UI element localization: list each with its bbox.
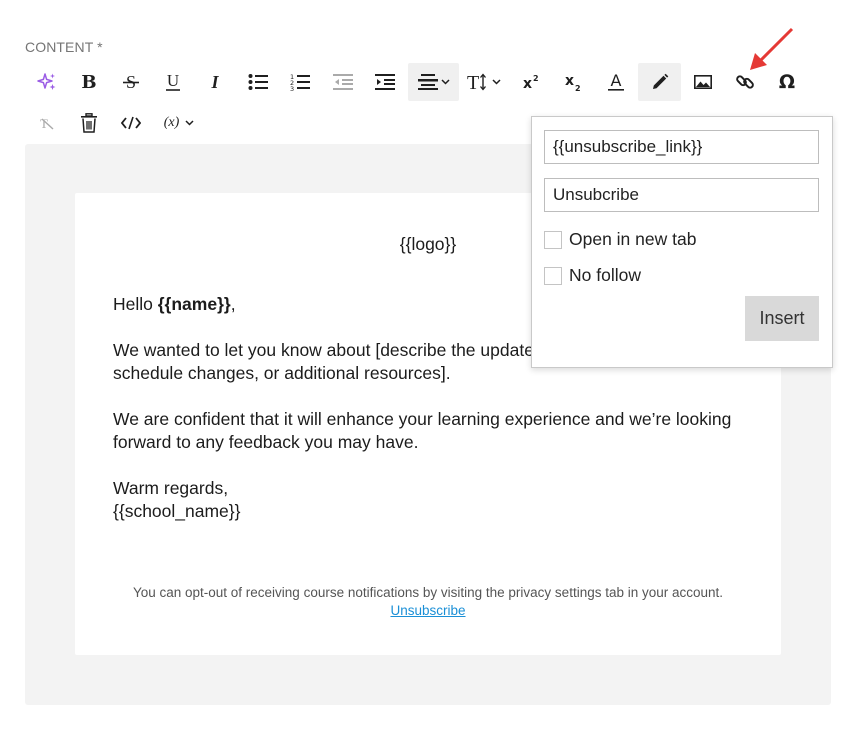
bold-button[interactable]: B [72, 63, 106, 101]
numbered-list-icon: 123 [290, 73, 310, 91]
paragraph-2-line-2: forward to any feedback you may have. [113, 432, 419, 452]
code-icon [121, 116, 141, 130]
insert-link-popup: Open in new tab No follow Insert [531, 116, 833, 368]
subscript-button[interactable]: x2 [557, 63, 591, 101]
chevron-down-icon [185, 120, 194, 126]
content-field-label: CONTENT * [25, 39, 103, 55]
indent-button[interactable] [368, 63, 402, 101]
underline-button[interactable]: U [156, 63, 190, 101]
font-color-icon: A [608, 72, 624, 91]
source-code-button[interactable] [114, 104, 148, 142]
greeting-prefix: Hello [113, 294, 158, 314]
underline-icon: U [166, 72, 180, 91]
font-color-button[interactable]: A [599, 63, 633, 101]
subscript-icon: x2 [565, 73, 581, 92]
superscript-icon: x2 [523, 74, 539, 91]
open-new-tab-option[interactable]: Open in new tab [544, 229, 696, 250]
italic-icon: I [210, 73, 219, 91]
signature: {{school_name}} [113, 501, 241, 521]
footer-note: You can opt-out of receiving course noti… [132, 585, 724, 600]
align-dropdown[interactable] [408, 63, 459, 101]
paragraph-2-line-1: We are confident that it will enhance yo… [113, 409, 732, 429]
strikethrough-icon: S [123, 73, 139, 91]
superscript-button[interactable]: x2 [515, 63, 549, 101]
no-follow-option[interactable]: No follow [544, 265, 641, 286]
chevron-down-icon [440, 79, 450, 85]
svg-text:2: 2 [533, 74, 539, 83]
image-icon [694, 75, 712, 89]
text-size-dropdown[interactable]: T [464, 63, 504, 101]
svg-text:B: B [81, 73, 96, 91]
svg-text:x: x [565, 73, 574, 89]
clear-format-icon: T [40, 116, 54, 130]
strikethrough-button[interactable]: S [114, 63, 148, 101]
svg-text:U: U [167, 72, 179, 90]
delete-button[interactable] [72, 104, 106, 142]
outdent-button[interactable] [326, 63, 360, 101]
chevron-down-icon [492, 79, 501, 85]
indent-icon [375, 74, 395, 90]
signoff-block: Warm regards, {{school_name}} [113, 477, 240, 523]
outdent-icon [333, 74, 353, 90]
insert-button[interactable]: Insert [745, 296, 819, 341]
variable-dropdown[interactable]: (x) [156, 104, 202, 142]
svg-text:3: 3 [290, 85, 294, 91]
open-new-tab-label: Open in new tab [569, 229, 697, 249]
svg-text:I: I [210, 73, 219, 91]
greeting-name: {{name}} [157, 294, 231, 314]
link-url-input[interactable] [544, 130, 819, 164]
svg-text:T: T [467, 72, 479, 92]
numbered-list-button[interactable]: 123 [283, 63, 317, 101]
insert-image-button[interactable] [686, 63, 720, 101]
paragraph-2: We are confident that it will enhance yo… [113, 408, 773, 454]
no-follow-checkbox[interactable] [544, 266, 562, 285]
greeting: Hello {{name}}, [113, 293, 236, 316]
align-icon [417, 74, 438, 90]
variable-icon: (x) [163, 115, 180, 130]
annotation-arrow-icon [750, 27, 794, 70]
text-size-icon: T [467, 72, 486, 92]
svg-text:2: 2 [575, 84, 581, 92]
ai-sparkle-icon [37, 73, 56, 90]
greeting-suffix: , [230, 294, 236, 314]
no-follow-label: No follow [569, 265, 641, 285]
bold-icon: B [81, 73, 96, 91]
highlight-button[interactable] [638, 63, 681, 101]
svg-text:x: x [523, 76, 532, 91]
signoff: Warm regards, [113, 478, 229, 498]
pencil-icon [652, 73, 668, 89]
bullet-list-icon [248, 74, 268, 90]
svg-text:A: A [611, 72, 622, 90]
clear-format-button[interactable]: T [30, 104, 64, 142]
trash-icon [81, 113, 97, 133]
bullet-list-button[interactable] [241, 63, 275, 101]
link-text-input[interactable] [544, 178, 819, 212]
unsubscribe-link[interactable]: Unsubscribe [75, 602, 781, 620]
open-new-tab-checkbox[interactable] [544, 230, 562, 249]
ai-assist-button[interactable] [30, 63, 64, 101]
italic-button[interactable]: I [198, 63, 232, 101]
